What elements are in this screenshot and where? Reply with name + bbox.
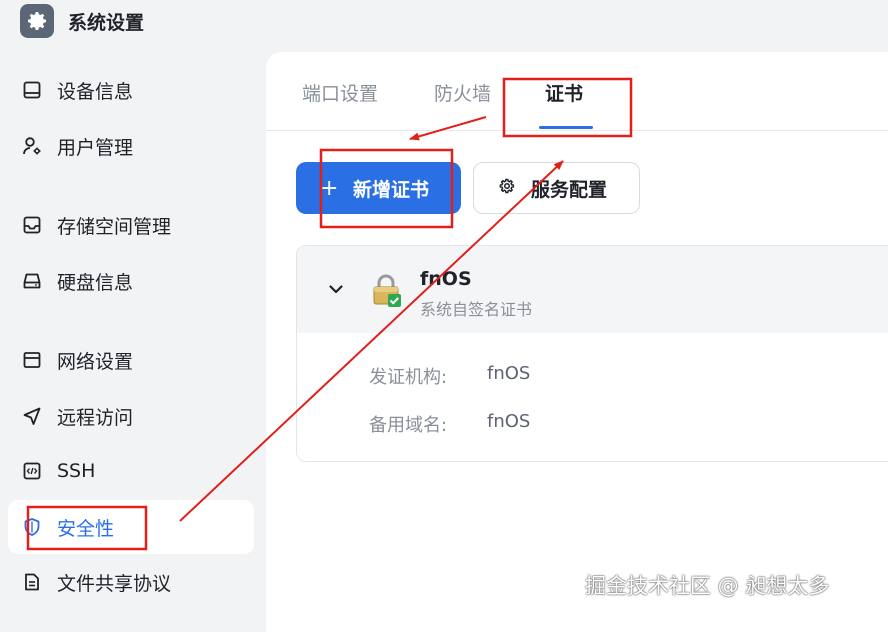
tab-port-settings[interactable]: 端口设置 [302,79,378,106]
certificate-card: fnOS 系统自签名证书 发证机构: fnOS 备用域名: fnOS [296,245,888,462]
harddisk-icon [22,271,42,291]
sidebar-item-label: 安全性 [57,517,115,540]
gear-icon [28,12,46,30]
lock-verified-icon [371,274,403,312]
terminal-code-icon [22,461,42,481]
sidebar-item-label: 存储空间管理 [57,215,172,238]
sidebar-item-label: 网络设置 [57,350,134,373]
chevron-down-icon[interactable] [327,280,345,302]
sidebar-item-harddisk[interactable]: 硬盘信息 [8,254,254,308]
send-icon [22,406,42,426]
file-share-icon [22,572,42,592]
service-config-label: 服务配置 [531,178,608,201]
content-panel: 端口设置 防火墙 证书 + 新增证书 服务配置 fnOS 系统自签名证书 发证机… [266,52,888,632]
sidebar-item-security[interactable]: 安全性 [8,500,254,554]
sidebar-item-label: 文件共享协议 [57,572,172,595]
sidebar-item-network[interactable]: 网络设置 [8,333,254,387]
sidebar-item-label: 用户管理 [57,136,134,159]
add-certificate-button[interactable]: + 新增证书 [296,162,461,214]
sidebar-item-label: 设备信息 [57,80,134,103]
certificate-card-header[interactable]: fnOS 系统自签名证书 [297,246,888,333]
add-certificate-label: 新增证书 [353,178,430,201]
alt-domain-label: 备用域名: [369,415,448,436]
user-settings-icon [22,136,42,156]
active-tab-indicator [539,126,593,129]
sidebar-item-ssh[interactable]: SSH [8,444,254,498]
sidebar-item-remote-access[interactable]: 远程访问 [8,389,254,443]
alt-domain-value: fnOS [487,411,531,432]
settings-app-icon [20,4,54,38]
app-header: 系统设置 [20,4,144,38]
certificate-name: fnOS [420,268,472,290]
sidebar-item-user-management[interactable]: 用户管理 [8,119,254,173]
tab-certificate[interactable]: 证书 [545,79,583,106]
storage-icon [22,215,42,235]
sidebar-item-file-share[interactable]: 文件共享协议 [8,555,254,609]
shield-icon [22,517,42,537]
watermark: 掘金技术社区 @ 昶想太多 [585,574,830,598]
sidebar-item-device-info[interactable]: 设备信息 [8,63,254,117]
certificate-subtitle: 系统自签名证书 [420,300,533,319]
plus-icon: + [320,175,339,201]
network-icon [22,350,42,370]
device-info-icon [22,80,42,100]
service-config-button[interactable]: 服务配置 [473,162,640,214]
gear-icon [498,177,516,200]
tab-firewall[interactable]: 防火墙 [434,79,491,106]
sidebar-item-storage[interactable]: 存储空间管理 [8,198,254,252]
sidebar: 设备信息 用户管理 存储空间管理 硬盘信息 网络设置 远程访问 SSH 安全性 … [0,55,266,618]
issuer-value: fnOS [487,363,531,384]
app-title: 系统设置 [68,11,145,34]
sidebar-item-label: 硬盘信息 [57,271,134,294]
sidebar-item-label: SSH [57,460,96,482]
tab-bar: 端口设置 防火墙 证书 [266,52,888,131]
sidebar-item-label: 远程访问 [57,406,134,429]
issuer-label: 发证机构: [369,367,448,388]
